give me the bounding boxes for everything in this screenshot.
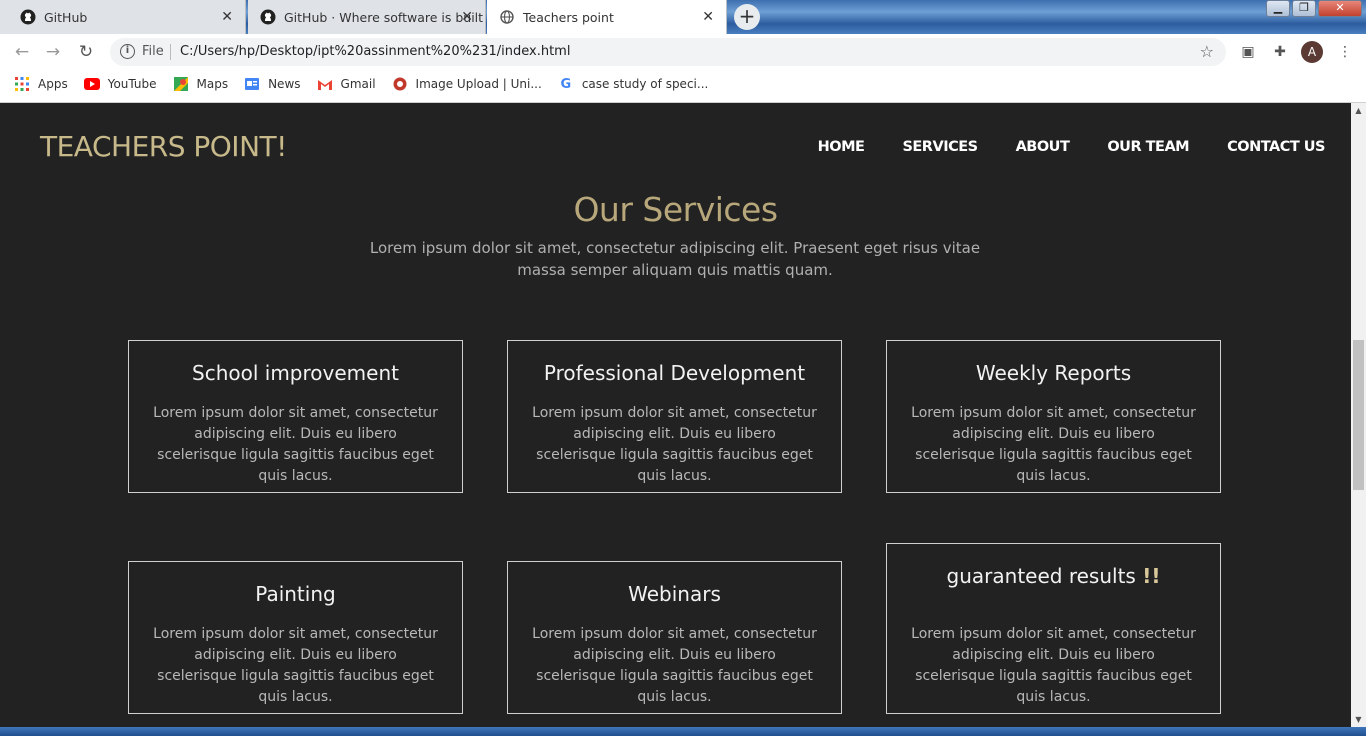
os-taskbar	[0, 727, 1366, 736]
service-text: Lorem ipsum dolor sit amet, consectetur …	[532, 405, 817, 484]
google-icon: G	[560, 76, 572, 92]
close-window-button[interactable]: ✕	[1318, 0, 1362, 17]
service-title-text: guaranteed results	[946, 564, 1136, 588]
puzzle-icon[interactable]: ✚	[1271, 43, 1289, 61]
bookmarks-bar: Apps YouTube Maps News Gmail Image Uploa…	[0, 70, 1366, 98]
nav-home[interactable]: HOME	[818, 139, 865, 155]
tab-teachers-point[interactable]: Teachers point ✕	[487, 0, 727, 34]
bookmark-label: Image Upload | Uni...	[415, 77, 542, 91]
address-divider	[170, 44, 171, 60]
bookmark-star-icon[interactable]: ☆	[1200, 42, 1214, 61]
service-card: Weekly Reports Lorem ipsum dolor sit ame…	[886, 340, 1221, 493]
address-url[interactable]: C:/Users/hp/Desktop/ipt%20assinment%20%2…	[180, 44, 570, 59]
browser-toolbar: ← → ↻ i File C:/Users/hp/Desktop/ipt%20a…	[0, 34, 1366, 70]
bookmark-label: YouTube	[107, 77, 157, 91]
minimize-button[interactable]: ▁	[1266, 0, 1290, 17]
address-scheme: File	[142, 44, 164, 59]
service-text: Lorem ipsum dolor sit amet, consectetur …	[153, 626, 438, 705]
reload-icon[interactable]: ↻	[76, 42, 96, 62]
news-icon	[244, 76, 260, 92]
nav-about[interactable]: ABOUT	[1016, 139, 1070, 155]
bookmark-label: Maps	[196, 77, 229, 91]
service-title: Painting	[255, 582, 336, 606]
service-card: School improvement Lorem ipsum dolor sit…	[128, 340, 463, 493]
youtube-icon	[83, 76, 100, 92]
service-title: School improvement	[192, 361, 399, 385]
window-controls: ▁ ❐ ✕	[1266, 0, 1362, 17]
service-title: Webinars	[628, 582, 721, 606]
image-upload-icon	[392, 76, 408, 92]
bookmark-youtube[interactable]: YouTube	[83, 76, 157, 92]
service-title: Professional Development	[543, 361, 806, 385]
back-arrow-icon[interactable]: ←	[12, 42, 32, 62]
site-brand[interactable]: TEACHERS POINT!	[40, 130, 287, 163]
service-text: Lorem ipsum dolor sit amet, consectetur …	[532, 626, 817, 705]
service-title: guaranteed results !!	[887, 564, 1220, 588]
apps-grid-icon	[14, 76, 30, 92]
scroll-up-arrow-icon[interactable]: ▲	[1351, 103, 1366, 118]
nav-contact-us[interactable]: CONTACT US	[1227, 139, 1325, 155]
exclamation-icon: !!	[1142, 564, 1161, 588]
service-card: Professional Development Lorem ipsum dol…	[507, 340, 842, 493]
service-card: Painting Lorem ipsum dolor sit amet, con…	[128, 561, 463, 714]
page-scrollbar[interactable]: ▲ ▼	[1351, 103, 1366, 727]
tab-github[interactable]: GitHub ✕	[0, 0, 246, 34]
section-title: Our Services	[573, 190, 778, 229]
service-card: guaranteed results !! Lorem ipsum dolor …	[886, 543, 1221, 714]
forward-arrow-icon[interactable]: →	[43, 42, 63, 62]
close-tab-icon[interactable]: ✕	[461, 9, 473, 25]
service-card: Webinars Lorem ipsum dolor sit amet, con…	[507, 561, 842, 714]
tab-title: Teachers point	[523, 9, 614, 25]
github-icon	[20, 9, 36, 25]
tab-title: GitHub · Where software is built	[284, 9, 484, 25]
address-bar[interactable]: i File C:/Users/hp/Desktop/ipt%20assinme…	[110, 38, 1226, 66]
bookmark-label: case study of speci...	[581, 77, 709, 91]
service-title: Weekly Reports	[975, 361, 1132, 385]
tab-strip: GitHub ✕ GitHub · Where software is buil…	[0, 0, 1366, 34]
section-subtitle: Lorem ipsum dolor sit amet, consectetur …	[369, 239, 981, 279]
service-text: Lorem ipsum dolor sit amet, consectetur …	[911, 405, 1196, 484]
bookmark-label: Apps	[38, 77, 68, 91]
bookmark-label: News	[268, 77, 301, 91]
github-icon	[260, 9, 276, 25]
new-tab-button[interactable]: +	[734, 4, 760, 30]
globe-icon	[499, 9, 515, 25]
close-tab-icon[interactable]: ✕	[702, 9, 714, 25]
bookmark-news[interactable]: News	[244, 76, 301, 92]
service-text: Lorem ipsum dolor sit amet, consectetur …	[911, 626, 1196, 705]
menu-dots-icon[interactable]: ⋮	[1336, 43, 1354, 61]
maps-icon	[173, 76, 189, 92]
bookmark-gmail[interactable]: Gmail	[317, 76, 376, 92]
info-icon[interactable]: i	[120, 44, 135, 59]
bookmark-apps[interactable]: Apps	[14, 76, 68, 92]
browser-chrome: GitHub ✕ GitHub · Where software is buil…	[0, 0, 1366, 103]
extension-icon[interactable]: ▣	[1239, 43, 1257, 61]
bookmark-maps[interactable]: Maps	[173, 76, 229, 92]
web-page: TEACHERS POINT! HOME SERVICES ABOUT OUR …	[0, 103, 1351, 727]
tab-title: GitHub	[44, 9, 88, 25]
nav-services[interactable]: SERVICES	[902, 139, 978, 155]
maximize-button[interactable]: ❐	[1292, 0, 1316, 17]
bookmark-case-study[interactable]: G case study of speci...	[558, 76, 709, 92]
site-nav: HOME SERVICES ABOUT OUR TEAM CONTACT US	[780, 139, 1326, 155]
scroll-thumb[interactable]	[1353, 340, 1364, 490]
nav-our-team[interactable]: OUR TEAM	[1107, 139, 1189, 155]
profile-avatar[interactable]: A	[1301, 41, 1323, 63]
tab-github-home[interactable]: GitHub · Where software is built ✕	[248, 0, 486, 34]
service-text: Lorem ipsum dolor sit amet, consectetur …	[153, 405, 438, 484]
gmail-icon	[317, 76, 333, 92]
close-tab-icon[interactable]: ✕	[221, 9, 233, 25]
scroll-down-arrow-icon[interactable]: ▼	[1351, 712, 1366, 727]
bookmark-image-upload[interactable]: Image Upload | Uni...	[392, 76, 542, 92]
bookmark-label: Gmail	[340, 77, 376, 91]
